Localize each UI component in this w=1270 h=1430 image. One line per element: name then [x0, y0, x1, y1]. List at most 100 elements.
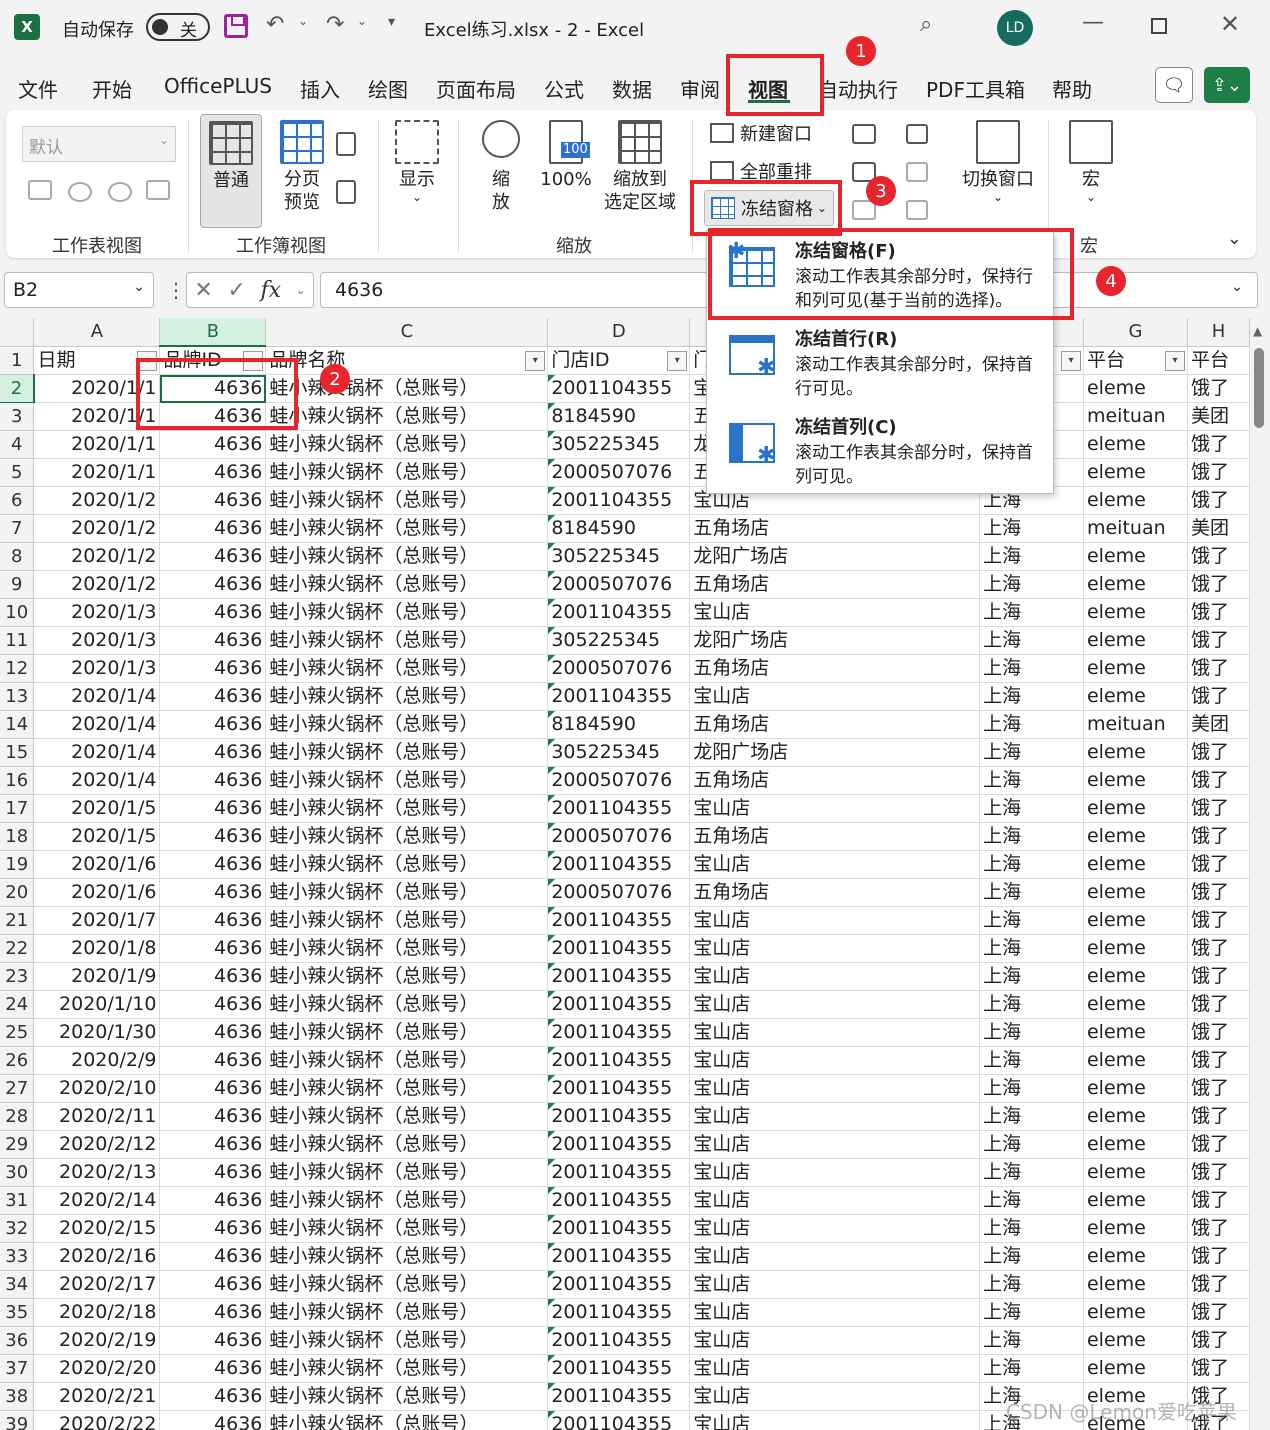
table-cell[interactable]: 2020/1/2: [33, 486, 161, 515]
header-cell[interactable]: 门店ID ▾: [547, 346, 691, 375]
table-cell[interactable]: 上海: [979, 626, 1084, 655]
table-cell[interactable]: 蛙小辣火锅杯（总账号）: [265, 738, 549, 767]
table-cell[interactable]: 2020/2/17: [33, 1270, 161, 1299]
table-cell[interactable]: 4636: [159, 1298, 267, 1327]
table-cell[interactable]: 2020/1/4: [33, 738, 161, 767]
table-cell[interactable]: 305225345: [547, 542, 691, 571]
more-options-icon[interactable]: ⋮: [166, 278, 186, 302]
redo-icon[interactable]: ↷: [326, 12, 344, 37]
table-cell[interactable]: 2001104355: [547, 1158, 691, 1187]
table-cell[interactable]: 305225345: [547, 738, 691, 767]
undo-dropdown-icon[interactable]: ⌄: [298, 14, 308, 28]
table-cell[interactable]: eleme: [1083, 1214, 1188, 1243]
table-cell[interactable]: 宝山店: [689, 1354, 981, 1383]
column-header[interactable]: H: [1187, 318, 1250, 347]
row-header[interactable]: 22: [0, 934, 35, 963]
table-cell[interactable]: 2020/1/1: [33, 458, 161, 487]
table-cell[interactable]: 2001104355: [547, 1410, 691, 1430]
table-cell[interactable]: 蛙小辣火锅杯（总账号）: [265, 486, 549, 515]
table-cell[interactable]: 4636: [159, 766, 267, 795]
row-header[interactable]: 7: [0, 514, 35, 543]
table-cell[interactable]: 五角场店: [689, 710, 981, 739]
table-cell[interactable]: 饿了: [1187, 598, 1250, 627]
table-cell[interactable]: eleme: [1083, 738, 1188, 767]
row-header[interactable]: 38: [0, 1382, 35, 1411]
row-header[interactable]: 13: [0, 682, 35, 711]
table-cell[interactable]: 五角场店: [689, 654, 981, 683]
table-cell[interactable]: 饿了: [1187, 1298, 1250, 1327]
table-cell[interactable]: eleme: [1083, 374, 1188, 403]
table-cell[interactable]: 上海: [979, 878, 1084, 907]
table-cell[interactable]: 饿了: [1187, 458, 1250, 487]
table-cell[interactable]: 上海: [979, 1298, 1084, 1327]
table-cell[interactable]: 4636: [159, 458, 267, 487]
table-cell[interactable]: 4636: [159, 570, 267, 599]
table-cell[interactable]: 蛙小辣火锅杯（总账号）: [265, 682, 549, 711]
table-cell[interactable]: 宝山店: [689, 850, 981, 879]
synchronous-scrolling-icon[interactable]: [906, 162, 928, 182]
tab-help[interactable]: 帮助: [1052, 74, 1092, 103]
collapse-ribbon-icon[interactable]: ⌄: [1227, 228, 1242, 249]
table-cell[interactable]: 上海: [979, 1074, 1084, 1103]
table-cell[interactable]: eleme: [1083, 486, 1188, 515]
table-cell[interactable]: 4636: [159, 514, 267, 543]
table-cell[interactable]: 蛙小辣火锅杯（总账号）: [265, 1186, 549, 1215]
table-cell[interactable]: 2020/1/3: [33, 654, 161, 683]
table-cell[interactable]: 4636: [159, 738, 267, 767]
table-cell[interactable]: 蛙小辣火锅杯（总账号）: [265, 1242, 549, 1271]
scrollbar-thumb[interactable]: [1254, 348, 1264, 428]
table-cell[interactable]: 2000507076: [547, 822, 691, 851]
table-cell[interactable]: 饿了: [1187, 878, 1250, 907]
table-cell[interactable]: 蛙小辣火锅杯（总账号）: [265, 458, 549, 487]
table-cell[interactable]: eleme: [1083, 878, 1188, 907]
row-header[interactable]: 39: [0, 1410, 35, 1430]
table-cell[interactable]: 宝山店: [689, 1326, 981, 1355]
table-cell[interactable]: 美团: [1187, 514, 1250, 543]
table-cell[interactable]: 饿了: [1187, 1354, 1250, 1383]
table-cell[interactable]: 饿了: [1187, 542, 1250, 571]
table-cell[interactable]: 2020/1/1: [33, 430, 161, 459]
table-cell[interactable]: 饿了: [1187, 1214, 1250, 1243]
table-cell[interactable]: 饿了: [1187, 374, 1250, 403]
table-cell[interactable]: 2001104355: [547, 1046, 691, 1075]
table-cell[interactable]: 五角场店: [689, 766, 981, 795]
keep-view-icon[interactable]: [28, 180, 52, 200]
tab-home[interactable]: 开始: [92, 74, 132, 103]
tab-page-layout[interactable]: 页面布局: [436, 74, 516, 103]
table-cell[interactable]: 8184590: [547, 514, 691, 543]
table-cell[interactable]: 饿了: [1187, 430, 1250, 459]
row-header[interactable]: 37: [0, 1354, 35, 1383]
table-cell[interactable]: eleme: [1083, 1018, 1188, 1047]
table-cell[interactable]: 蛙小辣火锅杯（总账号）: [265, 1102, 549, 1131]
row-header[interactable]: 29: [0, 1130, 35, 1159]
table-cell[interactable]: 4636: [159, 990, 267, 1019]
row-header[interactable]: 6: [0, 486, 35, 515]
table-cell[interactable]: 2020/2/9: [33, 1046, 161, 1075]
table-cell[interactable]: 饿了: [1187, 486, 1250, 515]
table-cell[interactable]: 305225345: [547, 430, 691, 459]
table-cell[interactable]: 2001104355: [547, 1186, 691, 1215]
table-cell[interactable]: eleme: [1083, 1270, 1188, 1299]
split-icon[interactable]: [852, 124, 876, 144]
table-cell[interactable]: 上海: [979, 1158, 1084, 1187]
table-cell[interactable]: meituan: [1083, 710, 1188, 739]
table-cell[interactable]: 2020/1/8: [33, 934, 161, 963]
table-cell[interactable]: 宝山店: [689, 682, 981, 711]
row-header[interactable]: 12: [0, 654, 35, 683]
table-cell[interactable]: 蛙小辣火锅杯（总账号）: [265, 654, 549, 683]
table-cell[interactable]: 蛙小辣火锅杯（总账号）: [265, 598, 549, 627]
table-cell[interactable]: 4636: [159, 822, 267, 851]
table-cell[interactable]: 上海: [979, 934, 1084, 963]
filter-dropdown-icon[interactable]: ▾: [1060, 350, 1081, 371]
avatar[interactable]: LD: [997, 10, 1033, 46]
table-cell[interactable]: 8184590: [547, 402, 691, 431]
table-cell[interactable]: 2020/1/2: [33, 514, 161, 543]
table-cell[interactable]: 4636: [159, 1102, 267, 1131]
row-header[interactable]: 24: [0, 990, 35, 1019]
row-header[interactable]: 32: [0, 1214, 35, 1243]
column-header[interactable]: G: [1083, 318, 1188, 347]
autosave-toggle[interactable]: 关: [146, 13, 210, 41]
tab-data[interactable]: 数据: [612, 74, 652, 103]
table-cell[interactable]: 蛙小辣火锅杯（总账号）: [265, 1270, 549, 1299]
table-cell[interactable]: eleme: [1083, 654, 1188, 683]
